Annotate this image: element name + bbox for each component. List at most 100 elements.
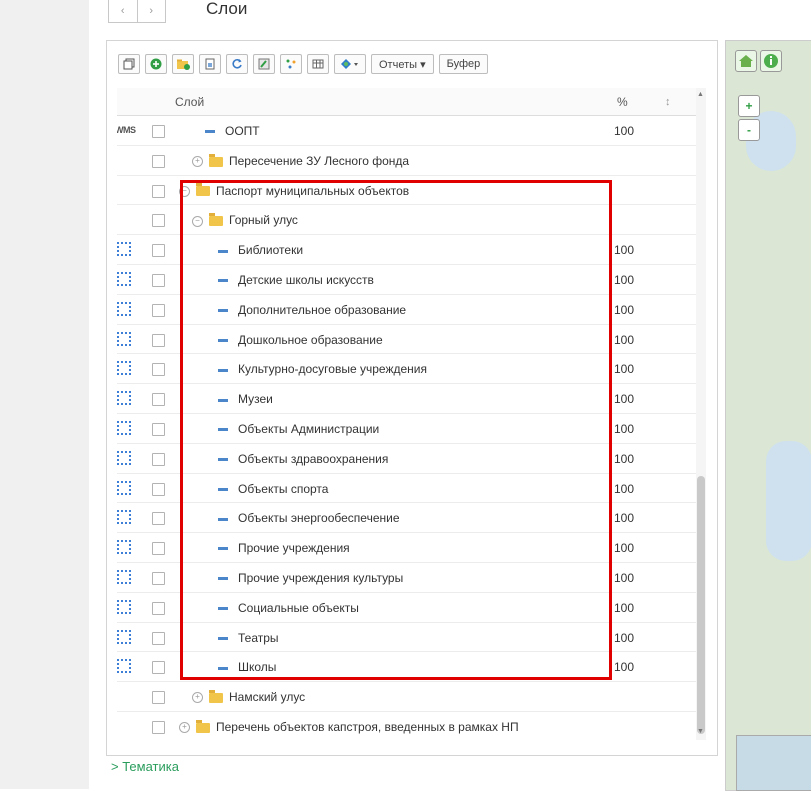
layer-extent-icon[interactable]	[117, 599, 131, 614]
grid-scrollbar[interactable]: ▲ ▼	[696, 88, 706, 740]
table-row[interactable]: Социальные объекты 100	[117, 593, 696, 623]
layer-opacity: 100	[614, 124, 635, 138]
layer-extent-icon[interactable]	[117, 301, 131, 316]
layer-label: Театры	[218, 631, 279, 645]
collapse-icon[interactable]: −	[192, 215, 203, 227]
table-row[interactable]: Театры 100	[117, 623, 696, 653]
map-home-button[interactable]	[735, 50, 757, 72]
map-zoom-in-button[interactable]: +	[738, 95, 760, 117]
table-row[interactable]: − Горный улус	[117, 205, 696, 236]
visibility-checkbox[interactable]	[152, 720, 165, 734]
visibility-checkbox[interactable]	[152, 244, 165, 258]
overview-minimap[interactable]	[736, 735, 811, 791]
layer-extent-icon[interactable]	[117, 420, 131, 435]
layer-extent-icon[interactable]	[117, 629, 131, 644]
table-row[interactable]: Дошкольное образование 100	[117, 325, 696, 355]
visibility-checkbox[interactable]	[152, 214, 165, 228]
layer-extent-icon[interactable]	[117, 391, 131, 406]
import-icon	[205, 58, 215, 70]
layer-extent-icon[interactable]	[117, 450, 131, 465]
table-button[interactable]	[307, 54, 329, 74]
table-row[interactable]: Прочие учреждения культуры 100	[117, 563, 696, 593]
nav-back-button[interactable]: ‹	[109, 0, 137, 22]
scrollbar-thumb[interactable]	[697, 476, 705, 734]
table-row[interactable]: + Намский улус	[117, 682, 696, 712]
table-row[interactable]: Детские школы искусств 100	[117, 265, 696, 295]
expand-icon[interactable]: +	[192, 156, 203, 168]
table-row[interactable]: + Пересечение ЗУ Лесного фонда	[117, 146, 696, 176]
table-row[interactable]: Объекты спорта 100	[117, 474, 696, 504]
column-percent-header[interactable]: %	[617, 95, 628, 109]
layer-name: Объекты Администрации	[238, 421, 380, 436]
map-info-button[interactable]	[760, 50, 782, 72]
column-sort-icon[interactable]: ↕	[665, 96, 671, 108]
visibility-checkbox[interactable]	[152, 154, 165, 168]
layer-extent-icon[interactable]	[117, 569, 131, 584]
visibility-checkbox[interactable]	[152, 333, 165, 347]
visibility-checkbox[interactable]	[152, 422, 165, 436]
visibility-checkbox[interactable]	[152, 601, 165, 615]
layer-extent-icon[interactable]	[117, 510, 131, 525]
table-row[interactable]: Прочие учреждения 100	[117, 533, 696, 563]
map-zoom-out-button[interactable]: -	[738, 119, 760, 141]
visibility-checkbox[interactable]	[152, 303, 165, 317]
visibility-checkbox[interactable]	[152, 542, 165, 556]
table-row[interactable]: WMS ООПТ 100	[117, 116, 696, 146]
table-row[interactable]: Школы 100	[117, 652, 696, 683]
table-row[interactable]: − Паспорт муниципальных объектов	[117, 176, 696, 206]
refresh-button[interactable]	[226, 54, 248, 74]
table-row[interactable]: Библиотеки 100	[117, 235, 696, 265]
table-row[interactable]: Культурно-досуговые учреждения 100	[117, 354, 696, 385]
visibility-checkbox[interactable]	[152, 452, 165, 466]
layer-label: + Намский улус	[192, 689, 305, 704]
collapse-icon[interactable]: −	[179, 185, 190, 197]
scroll-up-icon[interactable]: ▲	[697, 91, 704, 98]
table-row[interactable]: Музеи 100	[117, 384, 696, 414]
visibility-checkbox[interactable]	[152, 482, 165, 496]
scroll-down-icon[interactable]: ▼	[697, 728, 704, 735]
layer-extent-icon[interactable]	[117, 331, 131, 346]
layer-style-button[interactable]	[334, 54, 366, 74]
visibility-checkbox[interactable]	[152, 571, 165, 585]
add-button[interactable]	[145, 54, 167, 74]
expand-icon[interactable]: +	[179, 722, 190, 734]
visibility-checkbox[interactable]	[152, 631, 165, 645]
visibility-checkbox[interactable]	[152, 125, 165, 138]
visibility-checkbox[interactable]	[152, 184, 165, 198]
visibility-checkbox[interactable]	[152, 691, 165, 705]
visibility-checkbox[interactable]	[152, 393, 165, 407]
layer-extent-icon[interactable]	[117, 540, 131, 555]
copy-button[interactable]	[118, 54, 140, 74]
layer-extent-icon[interactable]	[117, 271, 131, 286]
nav-forward-button[interactable]: ›	[136, 0, 166, 22]
map-view[interactable]: + -	[725, 40, 811, 791]
layer-label: Прочие учреждения культуры	[218, 571, 403, 585]
layer-style-icon	[205, 130, 215, 134]
select-button[interactable]	[280, 54, 302, 74]
layer-label: Объекты Администрации	[218, 422, 379, 436]
layer-label: Объекты спорта	[218, 482, 328, 496]
layer-extent-icon[interactable]	[117, 242, 131, 257]
layer-opacity: 100	[614, 332, 635, 347]
add-folder-button[interactable]	[172, 54, 194, 74]
table-row[interactable]: Объекты здравоохранения 100	[117, 444, 696, 474]
visibility-checkbox[interactable]	[152, 273, 165, 287]
column-layer-header[interactable]: Слой	[175, 95, 204, 109]
expand-icon[interactable]: +	[192, 692, 203, 704]
visibility-checkbox[interactable]	[152, 363, 165, 377]
table-row[interactable]: Дополнительное образование 100	[117, 295, 696, 325]
table-row[interactable]: Объекты Администрации 100	[117, 414, 696, 444]
edit-button[interactable]	[253, 54, 275, 74]
thematic-section-toggle[interactable]: > Тематика	[111, 759, 179, 774]
reports-dropdown[interactable]: Отчеты ▾	[371, 54, 434, 74]
layer-label: Прочие учреждения	[218, 541, 350, 555]
buffer-button[interactable]: Буфер	[438, 54, 489, 74]
table-row[interactable]: + Перечень объектов капстроя, введенных в…	[117, 712, 696, 740]
visibility-checkbox[interactable]	[152, 661, 165, 675]
layer-extent-icon[interactable]	[117, 480, 131, 495]
layer-extent-icon[interactable]	[117, 361, 131, 376]
table-row[interactable]: Объекты энергообеспечение 100	[117, 503, 696, 534]
visibility-checkbox[interactable]	[152, 512, 165, 526]
import-button[interactable]	[199, 54, 221, 74]
layer-extent-icon[interactable]	[117, 659, 131, 674]
